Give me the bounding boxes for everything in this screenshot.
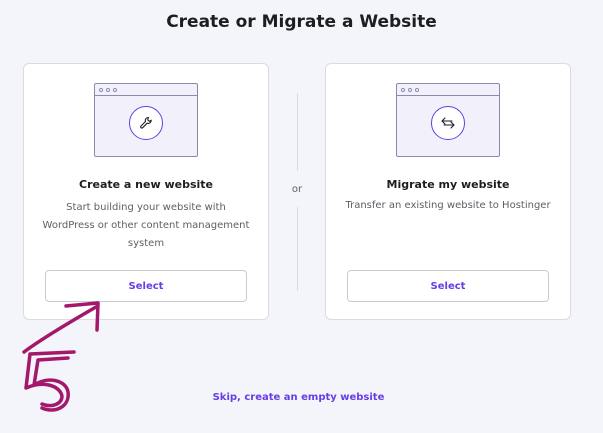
migrate-website-card[interactable]: Migrate my website Transfer an existing … [325,63,571,320]
arrows-swap-icon [431,106,465,140]
window-dot-icon [408,88,412,92]
divider-line [297,93,298,171]
page-title: Create or Migrate a Website [166,12,437,32]
create-website-description: Start building your website with WordPre… [42,202,250,249]
skip-empty-website-link[interactable]: Skip, create an empty website [0,392,597,403]
migrate-website-description: Transfer an existing website to Hostinge… [345,200,551,211]
window-title-bar [95,84,197,96]
migrate-website-title: Migrate my website [386,178,510,191]
select-create-website-button[interactable]: Select [45,270,247,302]
window-dot-icon [106,88,110,92]
browser-window-illustration [396,83,500,157]
create-website-title: Create a new website [79,178,213,191]
window-dot-icon [113,88,117,92]
window-dot-icon [415,88,419,92]
browser-window-illustration [94,83,198,157]
select-migrate-website-button[interactable]: Select [347,270,549,302]
window-title-bar [397,84,499,96]
window-dot-icon [401,88,405,92]
create-website-card[interactable]: Create a new website Start building your… [23,63,269,320]
or-divider-label: or [291,184,303,195]
divider-line [297,207,298,291]
window-dot-icon [99,88,103,92]
wrench-icon [129,106,163,140]
